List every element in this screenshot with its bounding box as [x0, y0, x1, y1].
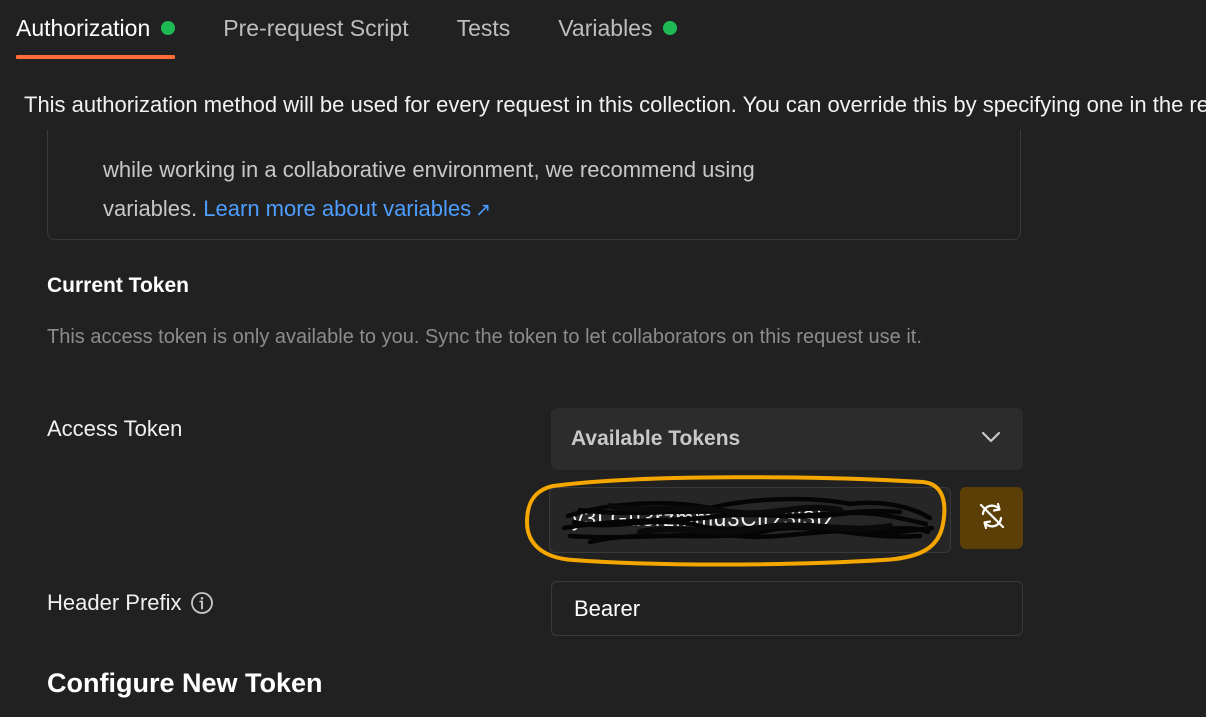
tab-variables[interactable]: Variables — [558, 8, 678, 48]
info-icon[interactable] — [190, 591, 214, 615]
dropdown-label: Available Tokens — [571, 427, 741, 450]
highlight-annotation-ring — [525, 475, 947, 567]
notice-text: while working in a collaborative environ… — [103, 150, 755, 230]
notice-prefix: variables. — [103, 196, 198, 221]
tab-bar: Authorization Pre-request Script Tests V… — [16, 8, 725, 60]
sync-token-button[interactable] — [960, 487, 1023, 549]
auth-info-text: This authorization method will be used f… — [24, 92, 1206, 117]
security-notice-box: while working in a collaborative environ… — [47, 130, 1021, 240]
header-prefix-value: Bearer — [574, 595, 641, 621]
label-text: Header Prefix — [47, 590, 182, 615]
tab-authorization[interactable]: Authorization — [16, 8, 176, 59]
link-text: Learn more about variables — [203, 196, 472, 221]
available-tokens-dropdown[interactable]: Available Tokens — [551, 408, 1023, 470]
status-dot — [663, 21, 678, 35]
status-dot — [161, 21, 176, 35]
notice-line: while working in a collaborative environ… — [103, 157, 755, 182]
sync-off-icon — [976, 500, 1008, 537]
configure-new-token-heading: Configure New Token — [47, 668, 323, 698]
arrow-up-right-icon: ↗ — [475, 200, 492, 221]
tab-label: Tests — [456, 14, 511, 41]
tab-label: Pre-request Script — [223, 14, 409, 41]
learn-more-variables-link[interactable]: Learn more about variables ↗ — [203, 196, 491, 221]
collection-auth-panel: Authorization Pre-request Script Tests V… — [0, 0, 1206, 717]
header-prefix-label: Header Prefix — [47, 590, 214, 616]
access-token-label: Access Token — [47, 416, 182, 442]
notice-line: variables. Learn more about variables ↗ — [103, 189, 755, 230]
tab-tests[interactable]: Tests — [457, 8, 511, 48]
tab-label: Variables — [558, 14, 653, 41]
active-tab-indicator — [16, 55, 176, 59]
header-prefix-input[interactable]: Bearer — [551, 581, 1023, 636]
current-token-heading: Current Token — [47, 274, 189, 297]
current-token-description: This access token is only available to y… — [47, 326, 922, 348]
chevron-down-icon — [981, 430, 1001, 448]
label-text: Access Token — [47, 416, 183, 441]
tab-pre-request-script[interactable]: Pre-request Script — [223, 8, 408, 48]
tab-label: Authorization — [16, 14, 151, 41]
